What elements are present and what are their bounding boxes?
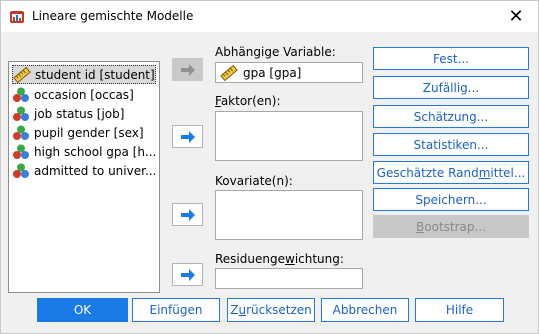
- statistics-button[interactable]: Statistiken...: [373, 133, 529, 156]
- reset-button[interactable]: Zu rücksetzen: [227, 298, 315, 322]
- move-to-residual-weight-button[interactable]: [172, 263, 203, 286]
- dependent-variable-field[interactable]: gpa [gpa]: [215, 62, 363, 83]
- paste-button[interactable]: Einfügen: [132, 298, 220, 322]
- nominal-icon: [13, 87, 29, 102]
- list-item[interactable]: admitted to univer...: [12, 161, 156, 180]
- arrow-right-icon: [180, 130, 195, 143]
- list-item-label: pupil gender [sex]: [34, 125, 144, 140]
- list-item-label: student id [student]: [35, 67, 155, 82]
- list-item[interactable]: high school gpa [h...: [12, 142, 156, 161]
- list-item-label: occasion [occas]: [34, 87, 134, 102]
- move-to-factors-button[interactable]: [172, 125, 203, 148]
- residual-weight-label: Residuengewichtung:: [215, 252, 344, 266]
- list-item[interactable]: job status [job]: [12, 104, 156, 123]
- list-item[interactable]: pupil gender [sex]: [12, 123, 156, 142]
- dependent-variable-label: Abhängige Variable:: [215, 45, 336, 59]
- nominal-icon: [13, 144, 29, 159]
- ok-button[interactable]: OK: [37, 298, 128, 322]
- residual-weight-field[interactable]: [215, 268, 363, 289]
- close-button[interactable]: ✕: [494, 1, 538, 32]
- bootstrap-button[interactable]: Bootstrap...: [373, 215, 529, 238]
- covariates-list[interactable]: [215, 190, 363, 240]
- nominal-icon: [13, 125, 29, 140]
- help-button[interactable]: Hilfe: [415, 298, 504, 322]
- list-item-label: admitted to univer...: [34, 163, 156, 178]
- ruler-scale-icon: [13, 66, 31, 83]
- spss-app-icon: [10, 11, 24, 23]
- dependent-variable-value: gpa [gpa]: [243, 66, 302, 80]
- covariates-label: Kovariate(n):: [215, 174, 293, 188]
- linear-mixed-models-dialog: Lineare gemischte Modelle ✕ student id […: [0, 0, 539, 334]
- list-item-label: high school gpa [h...: [34, 144, 156, 159]
- save-button[interactable]: Speichern...: [373, 188, 529, 211]
- estimation-button[interactable]: Schätzung...: [373, 105, 529, 128]
- arrow-right-icon: [180, 268, 195, 281]
- list-item-label: job status [job]: [34, 106, 125, 121]
- fixed-effects-button[interactable]: Fest...: [373, 47, 529, 70]
- arrow-right-icon: [180, 63, 195, 76]
- nominal-icon: [13, 163, 29, 178]
- title-bar: Lineare gemischte Modelle ✕: [1, 1, 538, 32]
- factors-list[interactable]: [215, 111, 363, 161]
- arrow-right-icon: [180, 208, 195, 221]
- list-item[interactable]: occasion [occas]: [12, 85, 156, 104]
- source-variable-list[interactable]: student id [student] occasion [occas] jo…: [8, 61, 160, 293]
- move-to-covariates-button[interactable]: [172, 203, 203, 226]
- nominal-icon: [13, 106, 29, 121]
- cancel-button[interactable]: Abbrechen: [321, 298, 409, 322]
- list-item[interactable]: student id [student]: [12, 65, 156, 84]
- ruler-scale-icon: [220, 65, 238, 81]
- factors-label: Faktor(en):: [215, 94, 281, 108]
- random-effects-button[interactable]: Zufällig...: [373, 76, 529, 99]
- estimated-marginal-means-button[interactable]: Geschätzte Rand m ittel...: [373, 161, 529, 184]
- move-to-dependent-button[interactable]: [172, 58, 203, 81]
- window-title: Lineare gemischte Modelle: [32, 9, 194, 23]
- close-icon: ✕: [508, 6, 524, 27]
